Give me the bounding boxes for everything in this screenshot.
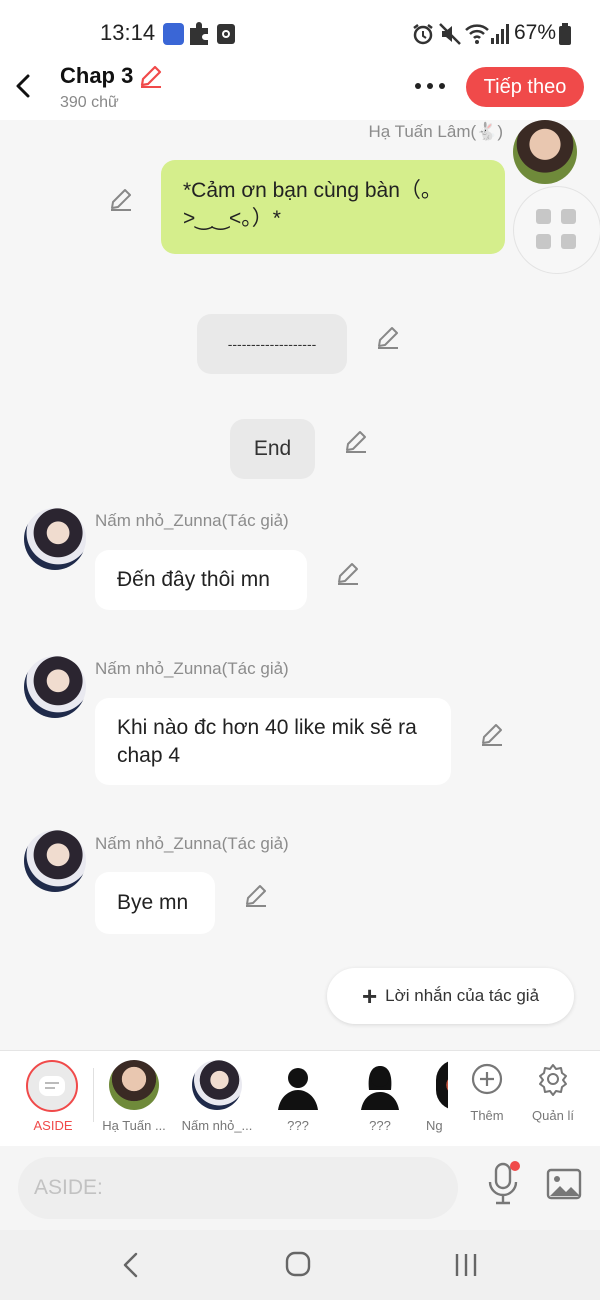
edit-pencil-icon[interactable]	[243, 882, 269, 908]
alarm-icon	[413, 24, 433, 45]
image-icon[interactable]	[546, 1168, 582, 1200]
microphone-icon[interactable]	[486, 1160, 520, 1206]
next-chapter-button[interactable]: Tiếp theo	[466, 67, 584, 107]
character-unknown-female[interactable]: ???	[350, 1060, 410, 1133]
mute-icon	[439, 23, 461, 45]
silhouette-male-icon	[278, 1068, 318, 1110]
edit-pencil-icon[interactable]	[335, 560, 361, 586]
status-bar	[0, 0, 600, 62]
avatar[interactable]	[24, 830, 86, 892]
avatar[interactable]	[24, 508, 86, 570]
avatar[interactable]	[24, 656, 86, 718]
plus-icon: +	[361, 980, 378, 1011]
chapter-title: Chap 3	[60, 63, 134, 88]
avatar	[109, 1060, 159, 1110]
message-input[interactable]	[18, 1157, 458, 1219]
character-label: Hạ Tuấn ...	[102, 1118, 166, 1133]
sender-name: Nấm nhỏ_Zunna(Tác giả)	[95, 659, 289, 678]
character-label: ???	[369, 1118, 391, 1133]
grid-menu-button[interactable]	[513, 186, 600, 274]
signal-icon	[491, 24, 509, 44]
status-time: 13:14	[100, 20, 156, 45]
battery-icon	[559, 23, 571, 45]
screen-record-icon	[217, 24, 235, 44]
battery-percent: 67%	[514, 21, 557, 44]
message-bubble[interactable]: Bye mn	[95, 872, 215, 934]
avatar[interactable]	[513, 120, 577, 184]
character-partial[interactable]: Ng	[420, 1060, 448, 1133]
character-unknown-male[interactable]: ???	[268, 1060, 328, 1133]
edit-title-icon[interactable]	[138, 63, 164, 89]
nav-back-icon[interactable]	[118, 1250, 144, 1280]
edit-pencil-icon[interactable]	[343, 428, 369, 454]
character-label: Nấm nhỏ_...	[181, 1118, 253, 1133]
sender-name: Nấm nhỏ_Zunna(Tác giả)	[95, 834, 289, 853]
author-note-label: Lời nhắn của tác giả	[385, 986, 540, 1005]
narration-bubble[interactable]: -------------------	[197, 314, 347, 374]
more-dots-icon[interactable]	[412, 76, 448, 96]
wifi-icon	[465, 24, 489, 44]
author-note-button[interactable]: + Lời nhắn của tác giả	[327, 968, 574, 1024]
novel-toon-app-icon	[163, 23, 184, 45]
character-label: ???	[287, 1118, 309, 1133]
avatar	[436, 1060, 448, 1110]
sender-name: Hạ Tuấn Lâm(🐇)	[368, 122, 503, 141]
divider	[93, 1068, 94, 1122]
manage-characters-button[interactable]: Quản lí	[525, 1062, 581, 1123]
more-characters-button[interactable]: Thêm	[462, 1062, 512, 1123]
character-nam-nho[interactable]: Nấm nhỏ_...	[180, 1060, 254, 1133]
more-label: Thêm	[470, 1108, 504, 1123]
plus-circle-icon	[471, 1063, 503, 1095]
settings-gear-icon	[539, 1064, 567, 1096]
message-bubble[interactable]: Đến đây thôi mn	[95, 550, 307, 610]
edit-pencil-icon[interactable]	[375, 324, 401, 350]
avatar	[192, 1060, 242, 1110]
silhouette-female-icon	[361, 1066, 399, 1110]
message-bubble[interactable]: Khi nào đc hơn 40 like mik sẽ ra chap 4	[95, 698, 451, 785]
character-ha-tuan-lam[interactable]: Hạ Tuấn ...	[98, 1060, 170, 1133]
manage-label: Quản lí	[532, 1108, 574, 1123]
message-bubble[interactable]: *Cảm ơn bạn cùng bàn（。>‿‿<。）*	[161, 160, 505, 254]
word-count: 390 chữ	[60, 94, 119, 111]
puzzle-icon	[190, 22, 208, 45]
chat-bubble-icon	[39, 1076, 65, 1096]
narration-bubble[interactable]: End	[230, 419, 315, 479]
character-label: ASIDE	[33, 1118, 73, 1133]
character-aside[interactable]: ASIDE	[26, 1060, 80, 1133]
nav-recents-icon[interactable]	[452, 1252, 480, 1278]
aside-avatar	[26, 1060, 78, 1112]
back-arrow-icon[interactable]	[8, 66, 38, 106]
nav-home-icon[interactable]	[284, 1250, 312, 1278]
sender-name: Nấm nhỏ_Zunna(Tác giả)	[95, 511, 289, 530]
edit-pencil-icon[interactable]	[479, 721, 505, 747]
grid-icon	[536, 209, 551, 224]
edit-pencil-icon[interactable]	[108, 186, 134, 212]
character-label: Ng	[426, 1118, 443, 1133]
